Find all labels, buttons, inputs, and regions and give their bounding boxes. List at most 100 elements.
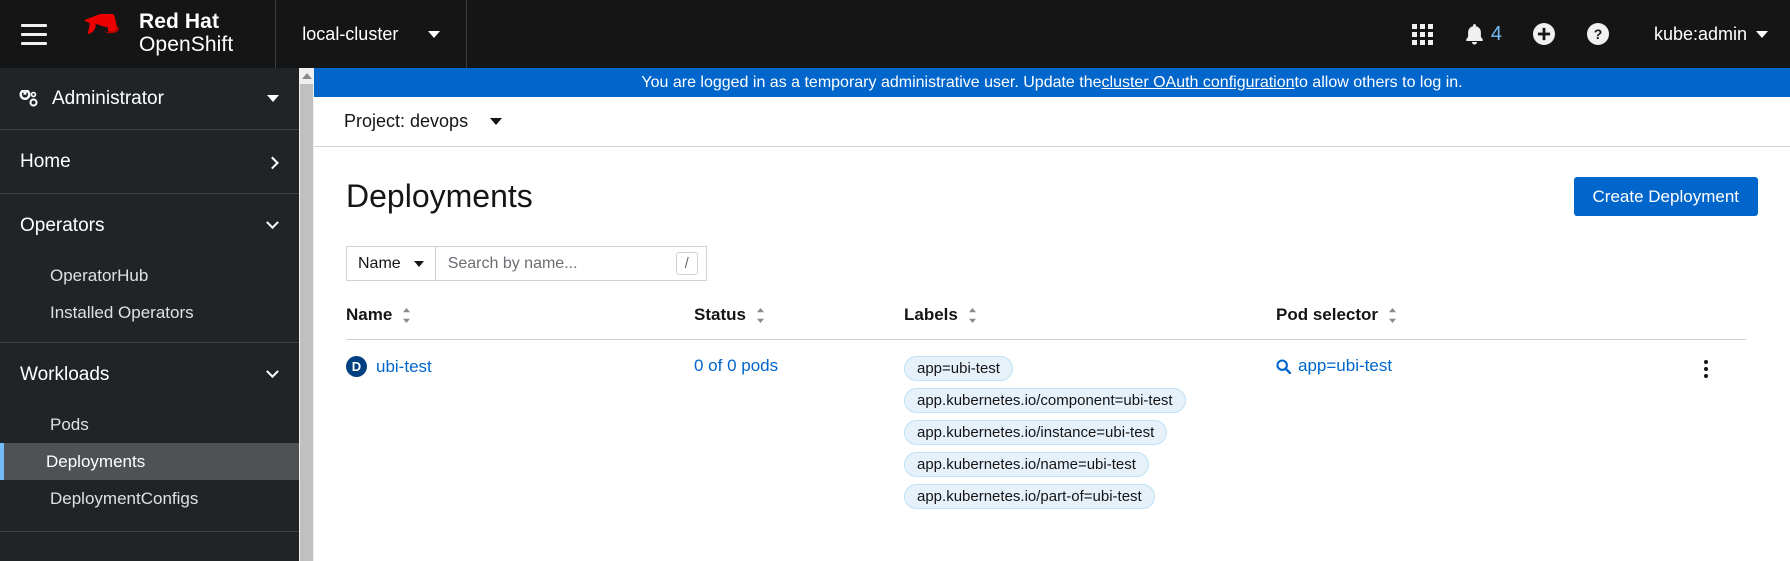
column-header-pod-selector[interactable]: Pod selector xyxy=(1276,305,1666,340)
sidebar-item-label: Deployments xyxy=(46,451,146,471)
table-body: D ubi-test 0 of 0 pods app=ubi-test app.… xyxy=(346,340,1746,510)
project-selector[interactable]: Project: devops xyxy=(344,111,503,132)
nav-section-workloads: Workloads Pods Deployments DeploymentCon… xyxy=(0,343,299,532)
cell-labels: app=ubi-test app.kubernetes.io/component… xyxy=(904,340,1276,509)
sidebar-item-operatorhub[interactable]: OperatorHub xyxy=(0,257,299,294)
cluster-selector-label: local-cluster xyxy=(302,23,399,44)
sidebar-group-home[interactable]: Home xyxy=(0,130,299,193)
sidebar-item-deployments[interactable]: Deployments xyxy=(0,443,299,480)
banner-text-before: You are logged in as a temporary adminis… xyxy=(641,73,1102,91)
column-header-status[interactable]: Status xyxy=(694,305,904,340)
perspective-label: Administrator xyxy=(52,87,164,109)
deployment-name-label: ubi-test xyxy=(376,356,432,376)
column-header-labels[interactable]: Labels xyxy=(904,305,1276,340)
table-header: Name Status Labels Pod selector xyxy=(346,305,1746,340)
pod-selector-link[interactable]: app=ubi-test xyxy=(1276,356,1666,376)
project-bar: Project: devops xyxy=(314,97,1790,147)
red-hat-icon xyxy=(84,14,120,34)
sidebar-group-label: Workloads xyxy=(20,363,110,385)
create-deployment-button[interactable]: Create Deployment xyxy=(1573,177,1758,216)
search-icon xyxy=(1276,358,1291,374)
label-chip[interactable]: app.kubernetes.io/instance=ubi-test xyxy=(904,420,1168,445)
deployment-name-link[interactable]: D ubi-test xyxy=(346,356,694,377)
sidebar-navigation: Administrator Home Operators OperatorHub… xyxy=(0,68,299,561)
filter-attribute-dropdown[interactable]: Name xyxy=(346,246,436,281)
masthead: Red Hat OpenShift local-cluster 4 ? kube… xyxy=(0,0,1790,68)
banner-text-after: to allow others to log in. xyxy=(1294,73,1463,91)
help-button[interactable]: ? xyxy=(1574,10,1622,58)
hamburger-menu-icon[interactable] xyxy=(0,0,68,68)
label-chip[interactable]: app.kubernetes.io/component=ubi-test xyxy=(904,388,1186,413)
temporary-admin-banner: You are logged in as a temporary adminis… xyxy=(314,68,1790,97)
chevron-down-icon xyxy=(266,216,279,230)
openshift-console: Red Hat OpenShift local-cluster 4 ? kube… xyxy=(0,0,1790,561)
filter-group: Name / xyxy=(346,246,707,281)
sidebar-item-label: OperatorHub xyxy=(50,265,149,285)
cogs-icon xyxy=(19,89,38,106)
bell-icon xyxy=(1465,23,1483,44)
sort-icon xyxy=(968,307,976,323)
sort-icon xyxy=(756,307,764,323)
svg-text:?: ? xyxy=(1594,26,1603,42)
notification-count: 4 xyxy=(1490,22,1502,45)
brand-line1: Red Hat xyxy=(139,10,220,34)
label-chip[interactable]: app=ubi-test xyxy=(904,356,1013,381)
nav-section-operators: Operators OperatorHub Installed Operator… xyxy=(0,194,299,343)
scrollbar-thumb[interactable] xyxy=(300,84,313,561)
sidebar-group-label: Operators xyxy=(20,214,105,236)
label-chip[interactable]: app.kubernetes.io/part-of=ubi-test xyxy=(904,484,1155,509)
page-scrollbar[interactable] xyxy=(299,68,314,561)
chevron-right-icon xyxy=(266,156,279,170)
column-header-label: Name xyxy=(346,305,393,324)
label-chip-list: app=ubi-test app.kubernetes.io/component… xyxy=(904,356,1276,509)
label-chip[interactable]: app.kubernetes.io/name=ubi-test xyxy=(904,452,1149,477)
table-row: D ubi-test 0 of 0 pods app=ubi-test app.… xyxy=(346,340,1746,510)
sidebar-item-pods[interactable]: Pods xyxy=(0,406,299,443)
cluster-oauth-configuration-link[interactable]: cluster OAuth configuration xyxy=(1102,74,1295,92)
sidebar-group-operators[interactable]: Operators xyxy=(0,194,299,257)
project-selector-label: Project: devops xyxy=(344,111,469,131)
pod-selector-label: app=ubi-test xyxy=(1298,356,1393,375)
sidebar-item-deploymentconfigs[interactable]: DeploymentConfigs xyxy=(0,480,299,517)
sort-icon xyxy=(1389,307,1397,323)
row-actions-kebab-icon[interactable] xyxy=(1666,356,1746,382)
question-circle-icon: ? xyxy=(1586,23,1609,45)
table-header-row: Name Status Labels Pod selector xyxy=(346,305,1746,340)
application-launcher-button[interactable] xyxy=(1399,10,1447,58)
list-toolbar: Name / xyxy=(314,216,1790,281)
filter-attribute-label: Name xyxy=(358,254,401,272)
chevron-down-icon xyxy=(413,260,424,267)
column-header-label: Labels xyxy=(904,305,958,324)
scrollbar-up-button[interactable] xyxy=(299,68,314,84)
sidebar-item-installed-operators[interactable]: Installed Operators xyxy=(0,294,299,331)
triangle-up-icon xyxy=(301,73,312,79)
pods-status-link[interactable]: 0 of 0 pods xyxy=(694,356,778,375)
grid-apps-icon xyxy=(1412,23,1434,45)
search-input[interactable] xyxy=(447,254,676,273)
sidebar-item-label: Installed Operators xyxy=(50,302,194,322)
sort-icon xyxy=(403,307,411,323)
sidebar-group-label: Home xyxy=(20,150,71,172)
cell-actions xyxy=(1666,340,1746,510)
perspective-switcher[interactable]: Administrator xyxy=(0,68,299,130)
deployments-table: Name Status Labels Pod selector D ubi-te… xyxy=(346,305,1746,509)
chevron-down-icon xyxy=(266,365,279,379)
page-title: Deployments xyxy=(346,178,533,214)
sidebar-group-workloads[interactable]: Workloads xyxy=(0,343,299,406)
import-yaml-button[interactable] xyxy=(1520,10,1568,58)
deployment-resource-badge: D xyxy=(346,356,367,377)
user-menu[interactable]: kube:admin xyxy=(1654,24,1768,45)
column-header-label: Status xyxy=(694,305,746,324)
column-header-label: Pod selector xyxy=(1276,305,1379,324)
sidebar-item-label: DeploymentConfigs xyxy=(50,488,199,508)
chevron-down-icon xyxy=(490,118,503,125)
brand-text: Red Hat OpenShift xyxy=(139,11,233,56)
column-header-name[interactable]: Name xyxy=(346,305,694,340)
redhat-openshift-logo[interactable]: Red Hat OpenShift xyxy=(74,11,233,56)
nav-section-home: Home xyxy=(0,130,299,194)
search-field-wrapper: / xyxy=(435,246,707,281)
cluster-selector[interactable]: local-cluster xyxy=(275,0,468,68)
cell-pod-selector: app=ubi-test xyxy=(1276,340,1666,510)
notifications-button[interactable]: 4 xyxy=(1453,10,1514,58)
brand-line2: OpenShift xyxy=(139,33,234,56)
